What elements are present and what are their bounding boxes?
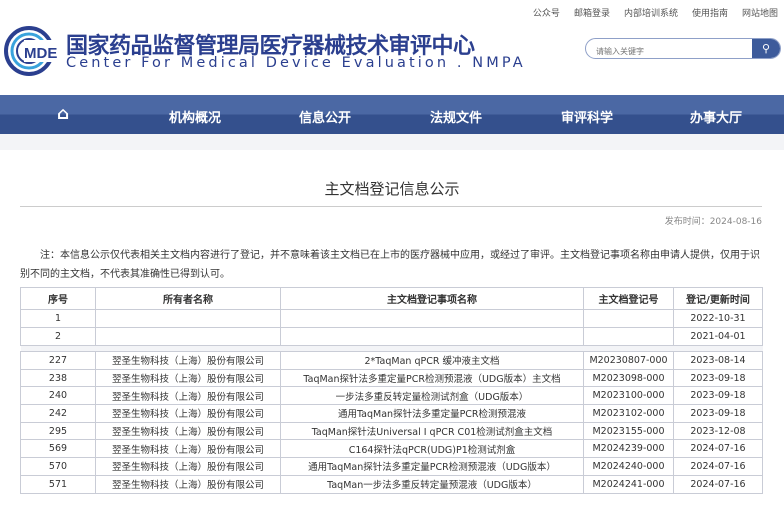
cell-no: 571 <box>20 474 96 494</box>
col-item: 主文档登记事项名称 <box>280 287 584 310</box>
cell-no: 1 <box>20 309 96 328</box>
nav-about[interactable]: 机构概况 <box>169 107 221 126</box>
publish-date: 发布时间：2024-08-16 <box>664 217 762 227</box>
table-row: 570 翌圣生物科技（上海）股份有限公司 通用TaqMan探针法多重定量PCR检测预… <box>20 457 763 476</box>
nav-services[interactable]: 办事大厅 <box>690 107 742 126</box>
col-date: 登记/更新时间 <box>673 287 763 310</box>
cell-date: 2024-07-16 <box>673 474 763 494</box>
col-no: 序号 <box>20 287 96 310</box>
cell-owner: 翌圣生物科技（上海）股份有限公司 <box>95 474 281 494</box>
cell-owner <box>95 309 281 328</box>
nav-info[interactable]: 信息公开 <box>299 107 351 126</box>
cell-no: 569 <box>20 439 96 459</box>
table-row: 295 翌圣生物科技（上海）股份有限公司 TaqMan探针法Universal I … <box>20 421 763 441</box>
nav-science[interactable]: 审评科学 <box>561 107 613 126</box>
site-title-en: Center For Medical Device Evaluation . N… <box>66 55 526 71</box>
cell-no: 227 <box>20 351 96 370</box>
top-links: 公众号 邮箱登录 内部培训系统 使用指南 网站地图 <box>533 6 778 19</box>
cell-item: TaqMan一步法多重反转定量预混液（UDG版本） <box>280 474 584 494</box>
cell-regno: M2023098-000 <box>583 368 674 388</box>
cell-item: TaqMan探针法Universal I qPCR C01检测试剂盒主文档 <box>280 421 584 441</box>
link-wechat[interactable]: 公众号 <box>533 6 560 19</box>
divider <box>20 206 762 207</box>
cell-regno: M2024240-000 <box>583 457 674 476</box>
cell-regno: M2024241-000 <box>583 474 674 494</box>
cell-no: 242 <box>20 404 96 423</box>
table-row: 240 翌圣生物科技（上海）股份有限公司 一步法多重反转定量检测试剂盒（UDG版本）… <box>20 386 763 406</box>
logo[interactable]: MDE <box>4 26 60 76</box>
cell-date: 2024-07-16 <box>673 439 763 459</box>
nav-regulations[interactable]: 法规文件 <box>430 107 482 126</box>
cell-date: 2024-07-16 <box>673 457 763 476</box>
cell-date: 2023-09-18 <box>673 404 763 423</box>
cell-item: TaqMan探针法多重定量PCR检测预混液（UDG版本）主文档 <box>280 368 584 388</box>
cell-date: 2023-08-14 <box>673 351 763 370</box>
page-title: 主文档登记信息公示 <box>324 180 460 198</box>
table-row: 571 翌圣生物科技（上海）股份有限公司 TaqMan一步法多重反转定量预混液（UD… <box>20 474 763 494</box>
logo-text: MDE <box>24 45 57 62</box>
cell-item: 通用TaqMan探针法多重定量PCR检测预混液（UDG版本） <box>280 457 584 476</box>
link-email[interactable]: 邮箱登录 <box>574 6 610 19</box>
cell-regno <box>583 309 674 328</box>
cell-regno: M2024239-000 <box>583 439 674 459</box>
cell-regno: M2023100-000 <box>583 386 674 406</box>
col-owner: 所有者名称 <box>95 287 281 310</box>
cell-owner: 翌圣生物科技（上海）股份有限公司 <box>95 421 281 441</box>
table-row: 227 翌圣生物科技（上海）股份有限公司 2*TaqMan qPCR 缓冲液主文档 M… <box>20 351 763 370</box>
cell-date: 2021-04-01 <box>673 327 763 346</box>
cell-regno: M2023102-000 <box>583 404 674 423</box>
table-header: 序号 所有者名称 主文档登记事项名称 主文档登记号 登记/更新时间 <box>20 287 763 310</box>
search-box: ⚲ <box>585 38 781 59</box>
col-regno: 主文档登记号 <box>583 287 674 310</box>
cell-item: C164探针法qPCR(UDG)P1检测试剂盒 <box>280 439 584 459</box>
cell-no: 295 <box>20 421 96 441</box>
home-icon[interactable]: ⌂ <box>57 104 69 124</box>
table-row: 2 2021-04-01 <box>20 327 763 346</box>
notice-text: 注：本信息公示仅代表相关主文档内容进行了登记，并不意味着该主文档已在上市的医疗器… <box>20 250 760 280</box>
cell-owner: 翌圣生物科技（上海）股份有限公司 <box>95 439 281 459</box>
main-nav: ⌂ 机构概况 信息公开 法规文件 审评科学 办事大厅 <box>0 95 784 134</box>
table-row: 1 2022-10-31 <box>20 309 763 328</box>
cell-owner: 翌圣生物科技（上海）股份有限公司 <box>95 351 281 370</box>
header: 公众号 邮箱登录 内部培训系统 使用指南 网站地图 MDE 国家药品监督管理局医… <box>0 0 784 95</box>
master-file-table: 序号 所有者名称 主文档登记事项名称 主文档登记号 登记/更新时间 1 2022-… <box>20 287 763 494</box>
search-button[interactable]: ⚲ <box>752 39 780 58</box>
cell-no: 238 <box>20 368 96 388</box>
search-icon: ⚲ <box>761 42 771 55</box>
cell-owner <box>95 327 281 346</box>
cell-owner: 翌圣生物科技（上海）股份有限公司 <box>95 404 281 423</box>
cell-owner: 翌圣生物科技（上海）股份有限公司 <box>95 457 281 476</box>
cell-date: 2022-10-31 <box>673 309 763 328</box>
table-row: 569 翌圣生物科技（上海）股份有限公司 C164探针法qPCR(UDG)P1检测试… <box>20 439 763 459</box>
cell-date: 2023-09-18 <box>673 368 763 388</box>
cell-regno: M20230807-000 <box>583 351 674 370</box>
cell-item <box>280 309 584 328</box>
cell-date: 2023-12-08 <box>673 421 763 441</box>
cell-no: 570 <box>20 457 96 476</box>
cell-no: 2 <box>20 327 96 346</box>
cell-date: 2023-09-18 <box>673 386 763 406</box>
content-panel: 主文档登记信息公示 发布时间：2024-08-16 注：本信息公示仅代表相关主文… <box>0 150 784 508</box>
table-row: 242 翌圣生物科技（上海）股份有限公司 通用TaqMan探针法多重定量PCR检测预… <box>20 404 763 423</box>
table-row: 238 翌圣生物科技（上海）股份有限公司 TaqMan探针法多重定量PCR检测预混液… <box>20 368 763 388</box>
cell-no: 240 <box>20 386 96 406</box>
link-guide[interactable]: 使用指南 <box>692 6 728 19</box>
search-input[interactable] <box>586 42 746 58</box>
cell-item: 通用TaqMan探针法多重定量PCR检测预混液 <box>280 404 584 423</box>
cell-regno: M2023155-000 <box>583 421 674 441</box>
link-training[interactable]: 内部培训系统 <box>624 6 678 19</box>
link-sitemap[interactable]: 网站地图 <box>742 6 778 19</box>
cell-owner: 翌圣生物科技（上海）股份有限公司 <box>95 386 281 406</box>
cell-owner: 翌圣生物科技（上海）股份有限公司 <box>95 368 281 388</box>
cell-item: 一步法多重反转定量检测试剂盒（UDG版本） <box>280 386 584 406</box>
cell-regno <box>583 327 674 346</box>
cell-item: 2*TaqMan qPCR 缓冲液主文档 <box>280 351 584 370</box>
cell-item <box>280 327 584 346</box>
